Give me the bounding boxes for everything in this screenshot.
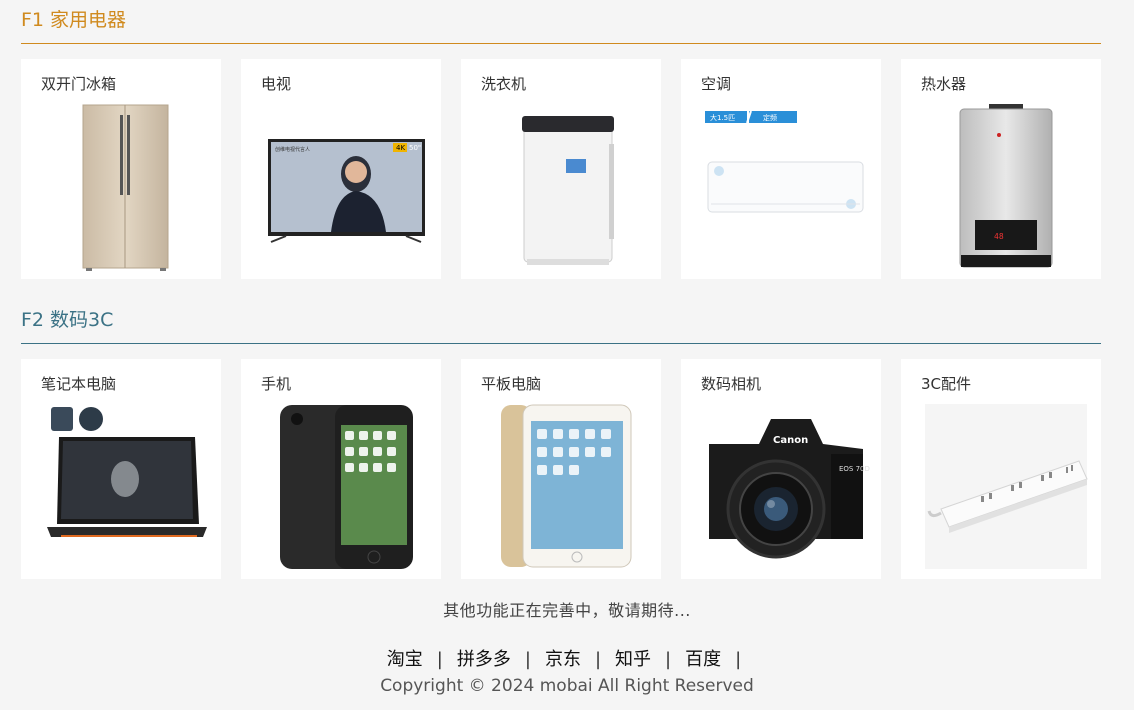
separator: | — [735, 649, 742, 670]
notice-text: 其他功能正在完善中，敬请期待... — [443, 601, 691, 620]
product-card-washer[interactable]: 洗衣机 — [461, 59, 661, 279]
separator: | — [594, 649, 602, 670]
footer-links: 淘宝 | 拼多多 | 京东 | 知乎 | 百度 | — [0, 645, 1134, 671]
footer-link-taobao[interactable]: 淘宝 — [387, 649, 423, 670]
product-card-water-heater[interactable]: 热水器 48 — [901, 59, 1101, 279]
fridge-icon — [82, 104, 169, 271]
product-card-camera[interactable]: 数码相机 Canon EOS 70D — [681, 359, 881, 579]
product-card-tablet[interactable]: 平板电脑 — [461, 359, 661, 579]
floor-title: F1 家用电器 — [21, 0, 1101, 44]
product-card-accessory[interactable]: 3C配件 — [901, 359, 1101, 579]
product-card-fridge[interactable]: 双开门冰箱 — [21, 59, 221, 279]
water-heater-icon: 48 — [959, 104, 1053, 268]
floor-digital-3c: F2 数码3C 笔记本电脑 手机 平板电脑 数码相机 Canon EOS 70D… — [21, 300, 1101, 579]
product-card-laptop[interactable]: 笔记本电脑 — [21, 359, 221, 579]
copyright-text: Copyright © 2024 mobai All Right Reserve… — [380, 676, 754, 696]
svg-text:48: 48 — [994, 232, 1004, 241]
air-conditioner-icon: 大1.5匹 定频 — [705, 110, 864, 213]
product-card-phone[interactable]: 手机 — [241, 359, 441, 579]
product-card-air-conditioner[interactable]: 空调 大1.5匹 定频 — [681, 59, 881, 279]
tablet-icon — [501, 404, 632, 568]
separator: | — [436, 649, 443, 670]
laptop-icon — [47, 407, 207, 537]
phone-icon — [280, 405, 413, 569]
separator: | — [665, 649, 672, 670]
svg-text:50": 50" — [409, 144, 421, 152]
washing-machine-icon — [522, 116, 614, 265]
product-card-tv[interactable]: 电视 4K 50" 创维电视代言人 — [241, 59, 441, 279]
power-strip-icon — [925, 404, 1088, 569]
camera-icon: Canon EOS 70D — [709, 419, 870, 559]
svg-text:创维电视代言人: 创维电视代言人 — [275, 146, 310, 153]
svg-text:4K: 4K — [396, 144, 405, 152]
floor-home-appliances: F1 家用电器 双开门冰箱 电视 4K 50" 创维电视代言人 洗衣机 空调 大… — [21, 0, 1101, 279]
svg-text:Canon: Canon — [773, 435, 808, 446]
footer-link-baidu[interactable]: 百度 — [685, 649, 721, 670]
floor-title: F2 数码3C — [21, 300, 1101, 344]
footer-link-zhihu[interactable]: 知乎 — [615, 649, 651, 670]
footer-link-jd[interactable]: 京东 — [545, 649, 581, 670]
separator: | — [524, 649, 531, 670]
tv-icon: 4K 50" 创维电视代言人 — [268, 139, 425, 243]
svg-text:EOS 70D: EOS 70D — [839, 465, 870, 473]
svg-text:大1.5匹: 大1.5匹 — [710, 113, 735, 122]
footer-link-pinduoduo[interactable]: 拼多多 — [457, 649, 511, 670]
svg-text:定频: 定频 — [763, 113, 777, 122]
